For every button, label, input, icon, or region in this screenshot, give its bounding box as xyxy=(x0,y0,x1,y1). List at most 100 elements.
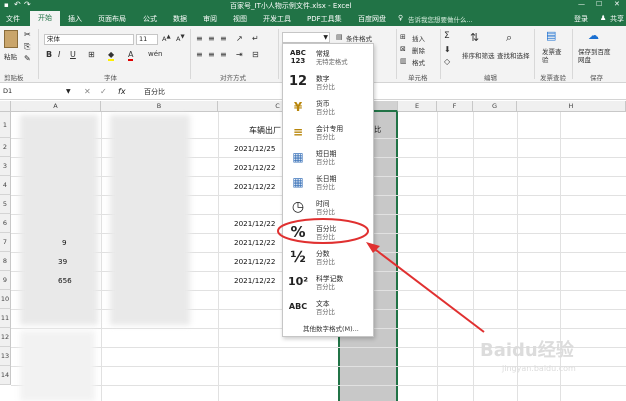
select-all-corner[interactable] xyxy=(0,101,11,112)
format-cells-button[interactable]: 格式 xyxy=(412,57,425,67)
cell-c5[interactable]: 2021/12/22 xyxy=(234,219,275,228)
row-header[interactable]: 4 xyxy=(0,176,11,195)
fill-color-icon[interactable]: ◆ xyxy=(108,50,115,61)
cell-c8[interactable]: 2021/12/22 xyxy=(234,276,275,285)
cell-d1[interactable]: 比 xyxy=(374,125,381,135)
col-header-f[interactable]: F xyxy=(437,101,473,112)
format-time[interactable]: ◷ 时间 百分比 xyxy=(283,195,373,219)
format-cells-icon[interactable]: ▥ xyxy=(400,57,407,65)
row-header[interactable]: 2 xyxy=(0,138,11,157)
align-right-icon[interactable]: ≡ xyxy=(220,50,227,59)
border-icon[interactable]: ⊞ xyxy=(88,50,95,59)
align-middle-icon[interactable]: ≡ xyxy=(208,34,215,43)
function-icon[interactable]: fx xyxy=(118,87,126,96)
shrink-font-icon[interactable]: A▼ xyxy=(176,34,185,43)
insert-cells-icon[interactable]: ⊞ xyxy=(400,33,406,41)
font-color-icon[interactable]: A xyxy=(128,50,134,61)
cond-format-icon[interactable]: ▤ xyxy=(336,33,343,41)
row-header[interactable]: 8 xyxy=(0,252,11,271)
save-icon[interactable]: ▪ xyxy=(4,1,9,9)
format-currency[interactable]: ¥ 货币 百分比 xyxy=(283,95,373,119)
minimize-icon[interactable]: — xyxy=(578,0,585,8)
cell-a-frag[interactable]: 656 xyxy=(58,276,72,285)
redo-icon[interactable]: ↷ xyxy=(24,0,31,9)
name-box[interactable]: D1 xyxy=(1,87,71,98)
number-format-select[interactable]: ▼ xyxy=(282,32,330,43)
delete-cells-button[interactable]: 删除 xyxy=(412,45,425,55)
copy-icon[interactable]: ⎘ xyxy=(24,42,30,52)
wen-icon[interactable]: wén xyxy=(148,50,162,58)
align-bottom-icon[interactable]: ≡ xyxy=(220,34,227,43)
tab-insert[interactable]: 插入 xyxy=(68,14,82,24)
share-button[interactable]: 共享 xyxy=(610,14,624,24)
cell-c6[interactable]: 2021/12/22 xyxy=(234,238,275,247)
row-header[interactable]: 6 xyxy=(0,214,11,233)
tab-home[interactable]: 开始 xyxy=(30,11,60,26)
italic-icon[interactable]: I xyxy=(58,50,60,59)
paste-icon[interactable] xyxy=(4,30,18,48)
indent-icon[interactable]: ⇥ xyxy=(236,50,243,59)
row-header[interactable]: 5 xyxy=(0,195,11,214)
insert-cells-button[interactable]: 插入 xyxy=(412,33,425,43)
format-text[interactable]: ABC 文本 百分比 xyxy=(283,295,373,319)
row-header[interactable]: 12 xyxy=(0,328,11,347)
invoice-button[interactable]: 发票查验 xyxy=(542,48,562,64)
more-formats-link[interactable]: 其他数字格式(M)... xyxy=(303,323,359,333)
find-select-icon[interactable]: ⌕ xyxy=(506,31,512,45)
search-input[interactable]: 告诉我您想要做什么... xyxy=(408,14,473,24)
row-header[interactable]: 11 xyxy=(0,309,11,328)
bold-icon[interactable]: B xyxy=(46,50,52,59)
col-header-h[interactable]: H xyxy=(517,101,626,112)
format-fraction[interactable]: ½ 分数 百分比 xyxy=(283,245,373,269)
row-header[interactable]: 3 xyxy=(0,157,11,176)
fill-icon[interactable]: ⬇ xyxy=(444,45,451,54)
cut-icon[interactable]: ✂ xyxy=(24,30,31,39)
font-name-select[interactable]: 宋体 xyxy=(44,34,134,45)
font-size-select[interactable]: 11 xyxy=(136,34,158,45)
tab-data[interactable]: 数据 xyxy=(173,14,187,24)
cell-c7[interactable]: 2021/12/22 xyxy=(234,257,275,266)
sort-filter-icon[interactable]: ⇅ xyxy=(470,31,479,44)
find-select-button[interactable]: 查找和选择 xyxy=(497,50,530,60)
name-box-chevron-icon[interactable]: ▼ xyxy=(66,88,71,95)
format-short-date[interactable]: ▦ 短日期 百分比 xyxy=(283,145,373,169)
format-general[interactable]: ABC 123 常规 无特定格式 xyxy=(283,45,373,69)
maximize-icon[interactable]: ☐ xyxy=(596,0,602,8)
tab-file[interactable]: 文件 xyxy=(6,14,20,24)
merge-icon[interactable]: ⊟ xyxy=(252,50,259,59)
cell-a-frag[interactable]: 9 xyxy=(62,238,67,247)
row-header[interactable]: 1 xyxy=(0,112,11,138)
close-icon[interactable]: ✕ xyxy=(614,0,620,8)
cell-c3[interactable]: 2021/12/22 xyxy=(234,163,275,172)
tab-developer[interactable]: 开发工具 xyxy=(263,14,291,24)
invoice-icon[interactable]: ▤ xyxy=(546,29,556,42)
col-header-b[interactable]: B xyxy=(101,101,218,112)
row-header[interactable]: 9 xyxy=(0,271,11,290)
save-to-baidu-button[interactable]: 保存到百度网盘 xyxy=(578,48,614,64)
undo-icon[interactable]: ↶ xyxy=(14,0,21,9)
sort-filter-button[interactable]: 排序和筛选 xyxy=(462,50,495,60)
formula-input[interactable]: 百分比 xyxy=(144,87,165,97)
format-scientific[interactable]: 10² 科学记数 百分比 xyxy=(283,270,373,294)
row-header[interactable]: 10 xyxy=(0,290,11,309)
autosum-icon[interactable]: Σ xyxy=(444,31,450,41)
wrap-text-icon[interactable]: ↵ xyxy=(252,34,259,43)
confirm-formula-icon[interactable]: ✓ xyxy=(100,87,107,96)
format-long-date[interactable]: ▦ 长日期 百分比 xyxy=(283,170,373,194)
delete-cells-icon[interactable]: ⊠ xyxy=(400,45,406,53)
format-percentage[interactable]: % 百分比 百分比 xyxy=(283,220,373,244)
format-number[interactable]: 12 数字 百分比 xyxy=(283,70,373,94)
col-header-g[interactable]: G xyxy=(473,101,517,112)
cell-a-frag[interactable]: 39 xyxy=(58,257,67,266)
format-accounting[interactable]: ≡ 会计专用 百分比 xyxy=(283,120,373,144)
align-top-icon[interactable]: ≡ xyxy=(196,34,203,43)
grow-font-icon[interactable]: A▲ xyxy=(162,34,171,43)
cloud-icon[interactable]: ☁ xyxy=(588,29,599,42)
cell-c4[interactable]: 2021/12/22 xyxy=(234,182,275,191)
share-icon[interactable]: ♟ xyxy=(600,14,606,22)
orientation-icon[interactable]: ↗ xyxy=(236,34,243,43)
cond-format-button[interactable]: 条件格式 xyxy=(346,33,372,43)
cancel-formula-icon[interactable]: ✕ xyxy=(84,87,91,96)
tab-view[interactable]: 视图 xyxy=(233,14,247,24)
tab-formulas[interactable]: 公式 xyxy=(143,14,157,24)
